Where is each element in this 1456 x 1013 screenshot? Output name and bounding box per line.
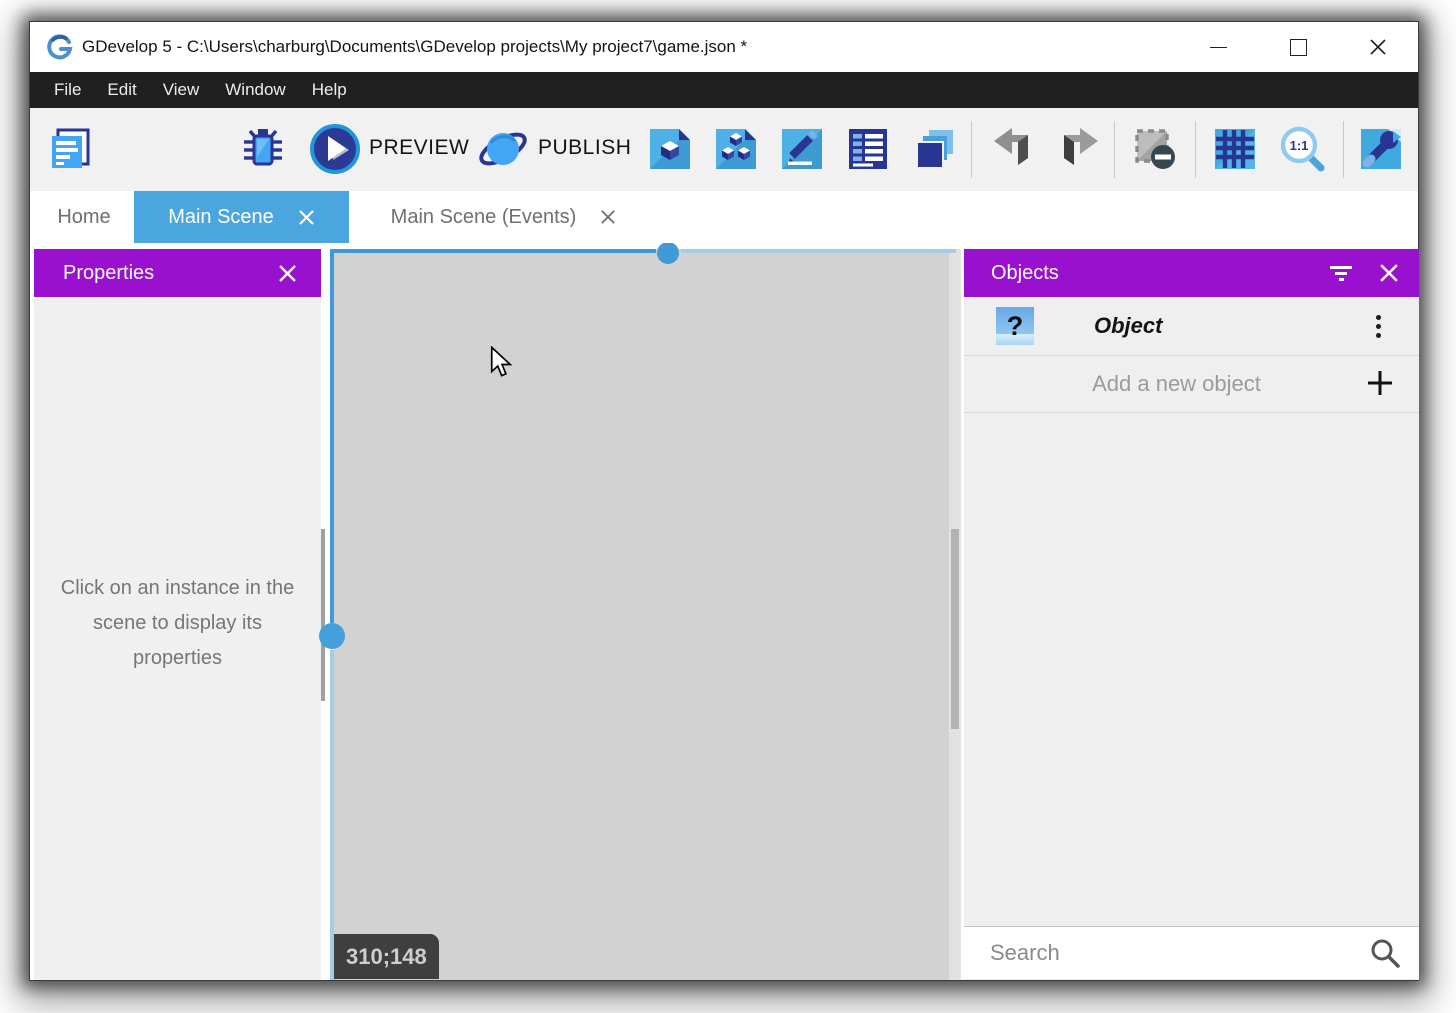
debugger-icon[interactable] (239, 125, 287, 173)
properties-panel: Properties Click on an instance in the s… (34, 249, 321, 980)
toolbar-separator (1114, 121, 1115, 178)
menu-item-help[interactable]: Help (299, 72, 360, 108)
canvas-vertical-scroll-thumb[interactable] (319, 623, 345, 649)
close-panel-icon[interactable] (1379, 263, 1399, 283)
filter-icon[interactable] (1329, 263, 1353, 283)
minimize-icon (1210, 47, 1227, 48)
add-object-row[interactable]: Add a new object (964, 356, 1419, 413)
tab-main-scene[interactable]: Main Scene (134, 191, 349, 243)
canvas-right-scrollbar-thumb[interactable] (951, 529, 959, 729)
toolbar-separator (1195, 121, 1196, 178)
canvas-vertical-scrollbar[interactable] (330, 249, 334, 623)
open-events-sheet-icon[interactable] (844, 125, 892, 173)
properties-empty-message: Click on an instance in the scene to dis… (34, 571, 321, 676)
edit-scene-properties-icon[interactable] (778, 125, 826, 173)
redo-icon[interactable] (1056, 125, 1104, 173)
tab-home[interactable]: Home (34, 191, 134, 243)
objects-panel-title: Objects (991, 262, 1303, 285)
properties-panel-scrollbar[interactable] (321, 529, 325, 701)
object-menu-kebab-icon[interactable] (1363, 311, 1393, 341)
mouse-cursor-icon (488, 346, 514, 378)
menu-item-file[interactable]: File (41, 72, 94, 108)
object-icon-glyph: ? (1007, 311, 1024, 342)
instances-list-icon[interactable] (910, 125, 958, 173)
search-input[interactable] (964, 940, 1369, 966)
project-manager-icon[interactable] (46, 125, 94, 173)
preview-button[interactable]: PREVIEW (369, 136, 469, 160)
coordinates-value: 310;148 (346, 944, 427, 970)
objects-list-empty-area (964, 413, 1419, 980)
maximize-button[interactable] (1258, 22, 1338, 72)
canvas-horizontal-scrollbar-track[interactable] (681, 249, 956, 253)
canvas-vertical-scrollbar-track[interactable] (330, 650, 334, 980)
close-tab-icon[interactable] (298, 209, 315, 226)
search-icon[interactable] (1369, 937, 1401, 969)
canvas-horizontal-scroll-thumb[interactable] (657, 242, 679, 264)
svg-text:1:1: 1:1 (1290, 138, 1309, 153)
publish-button[interactable]: PUBLISH (538, 136, 631, 160)
objects-search-bar (964, 926, 1419, 979)
gdevelop-logo-icon (46, 33, 74, 61)
editor-content: 310;148 Properties Click on an instance … (30, 243, 1418, 980)
toolbar-separator (1343, 121, 1344, 178)
menu-item-view[interactable]: View (150, 72, 213, 108)
tab-label: Main Scene (Events) (391, 206, 577, 229)
zoom-1-1-icon[interactable]: 1:1 (1278, 125, 1326, 173)
menu-item-window[interactable]: Window (212, 72, 298, 108)
toggle-grid-icon[interactable] (1211, 125, 1259, 173)
close-icon (1369, 38, 1387, 56)
object-name: Object (1094, 313, 1162, 339)
window-title: GDevelop 5 - C:\Users\charburg\Documents… (82, 37, 747, 57)
scene-canvas[interactable] (334, 249, 949, 980)
object-list-item[interactable]: ? Object (964, 297, 1419, 356)
window-controls (1178, 22, 1418, 72)
close-button[interactable] (1338, 22, 1418, 72)
plus-icon[interactable] (1365, 368, 1395, 398)
tab-main-scene-events[interactable]: Main Scene (Events) (349, 191, 658, 243)
cursor-coordinates-badge: 310;148 (334, 934, 439, 979)
objects-panel-header: Objects (964, 249, 1419, 297)
settings-wrench-icon[interactable] (1357, 125, 1405, 173)
close-tab-icon[interactable] (600, 209, 616, 225)
publish-globe-icon[interactable] (477, 123, 529, 175)
tab-label: Main Scene (168, 206, 274, 229)
minimize-button[interactable] (1178, 22, 1258, 72)
edit-external-events-icon[interactable] (712, 125, 760, 173)
toolbar-separator (971, 121, 972, 178)
title-bar: GDevelop 5 - C:\Users\charburg\Documents… (30, 22, 1418, 72)
clear-selection-icon[interactable] (1131, 125, 1179, 173)
object-thumbnail-icon: ? (996, 307, 1034, 345)
properties-panel-body: Click on an instance in the scene to dis… (34, 297, 321, 980)
menu-item-edit[interactable]: Edit (94, 72, 149, 108)
properties-panel-header: Properties (34, 249, 321, 297)
add-object-label: Add a new object (1092, 371, 1261, 397)
editor-tab-bar: Home Main Scene Main Scene (Events) (30, 191, 1418, 243)
undo-icon[interactable] (988, 125, 1036, 173)
objects-panel: Objects ? Object Add a new object (964, 249, 1419, 980)
gdevelop-window: GDevelop 5 - C:\Users\charburg\Documents… (29, 21, 1419, 981)
close-panel-icon[interactable] (278, 264, 297, 283)
properties-panel-title: Properties (63, 262, 278, 285)
canvas-horizontal-scrollbar[interactable] (334, 249, 656, 253)
preview-play-icon[interactable] (309, 123, 361, 175)
menu-bar: File Edit View Window Help (30, 72, 1418, 108)
maximize-icon (1290, 39, 1307, 56)
tab-label: Home (57, 206, 110, 229)
main-toolbar: PREVIEW PUBLISH (30, 108, 1418, 191)
edit-scene-icon[interactable] (646, 125, 694, 173)
